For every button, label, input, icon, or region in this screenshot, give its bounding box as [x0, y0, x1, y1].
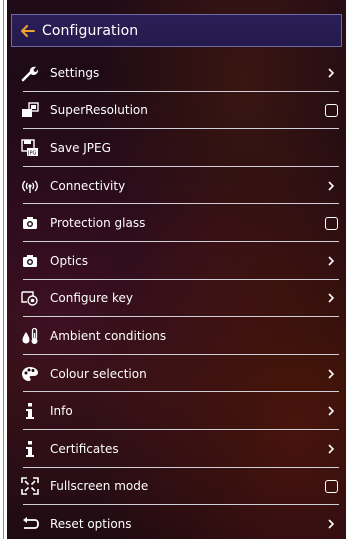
menu-item-info[interactable]: Info — [11, 392, 343, 430]
menu-item-label: Reset options — [50, 516, 132, 531]
chevron-right-icon — [326, 68, 336, 78]
svg-text:JPG: JPG — [27, 150, 36, 156]
page-title: Configuration — [42, 22, 139, 39]
menu-item-label: SuperResolution — [50, 103, 148, 118]
fullscreen-mode-checkbox[interactable] — [325, 479, 338, 493]
save-jpeg-icon: JPG — [20, 139, 40, 157]
menu-item-colour-selection[interactable]: Colour selection — [11, 355, 343, 393]
palette-icon — [20, 365, 40, 383]
protection-glass-checkbox[interactable] — [325, 216, 338, 230]
configure-key-icon — [20, 289, 40, 307]
chevron-right-icon — [326, 406, 336, 416]
menu-item-protection-glass[interactable]: Protection glass — [11, 204, 343, 242]
menu-item-optics[interactable]: Optics — [11, 242, 343, 280]
wireless-icon — [20, 177, 40, 195]
ambient-conditions-icon — [20, 327, 40, 345]
menu-item-label: Settings — [50, 65, 100, 80]
wrench-icon — [20, 64, 40, 82]
menu-item-reset-options[interactable]: Reset options — [11, 505, 343, 539]
reset-icon — [20, 515, 40, 533]
menu-item-label: Connectivity — [50, 178, 126, 193]
chevron-right-icon — [326, 256, 336, 266]
fullscreen-icon — [20, 477, 40, 496]
chevron-right-icon — [326, 444, 336, 454]
menu-item-configure-key[interactable]: Configure key — [11, 280, 343, 318]
info-icon — [20, 440, 40, 458]
menu-item-label: Protection glass — [50, 216, 146, 231]
superresolution-checkbox[interactable] — [325, 103, 338, 117]
configuration-menu: Settings SuperResolution JPG Save JPEG C… — [11, 54, 343, 539]
menu-item-label: Save JPEG — [50, 140, 111, 155]
menu-item-label: Info — [50, 404, 73, 419]
menu-item-label: Fullscreen mode — [50, 479, 149, 494]
chevron-right-icon — [326, 368, 336, 379]
menu-item-label: Ambient conditions — [50, 328, 167, 343]
superresolution-icon — [20, 101, 40, 119]
menu-item-label: Colour selection — [50, 366, 147, 381]
configuration-screen: Configuration Settings SuperResolution J… — [7, 0, 346, 539]
chevron-right-icon — [326, 181, 336, 191]
menu-item-ambient-conditions[interactable]: Ambient conditions — [11, 317, 343, 355]
camera-icon — [20, 252, 40, 270]
menu-item-fullscreen-mode[interactable]: Fullscreen mode — [11, 468, 343, 506]
menu-item-connectivity[interactable]: Connectivity — [11, 167, 343, 205]
chevron-right-icon — [326, 519, 336, 529]
menu-item-label: Configure key — [50, 291, 133, 306]
menu-item-certificates[interactable]: Certificates — [11, 430, 343, 468]
menu-item-save-jpeg[interactable]: JPG Save JPEG — [11, 129, 343, 167]
camera-icon — [20, 214, 40, 232]
left-edge-strip — [0, 0, 7, 539]
menu-item-label: Certificates — [50, 441, 119, 456]
back-arrow-icon[interactable] — [14, 24, 42, 37]
menu-item-label: Optics — [50, 253, 88, 268]
menu-item-superresolution[interactable]: SuperResolution — [11, 92, 343, 130]
header-bar: Configuration — [11, 14, 342, 47]
menu-item-settings[interactable]: Settings — [11, 54, 343, 92]
info-icon — [20, 402, 40, 420]
chevron-right-icon — [326, 293, 336, 303]
